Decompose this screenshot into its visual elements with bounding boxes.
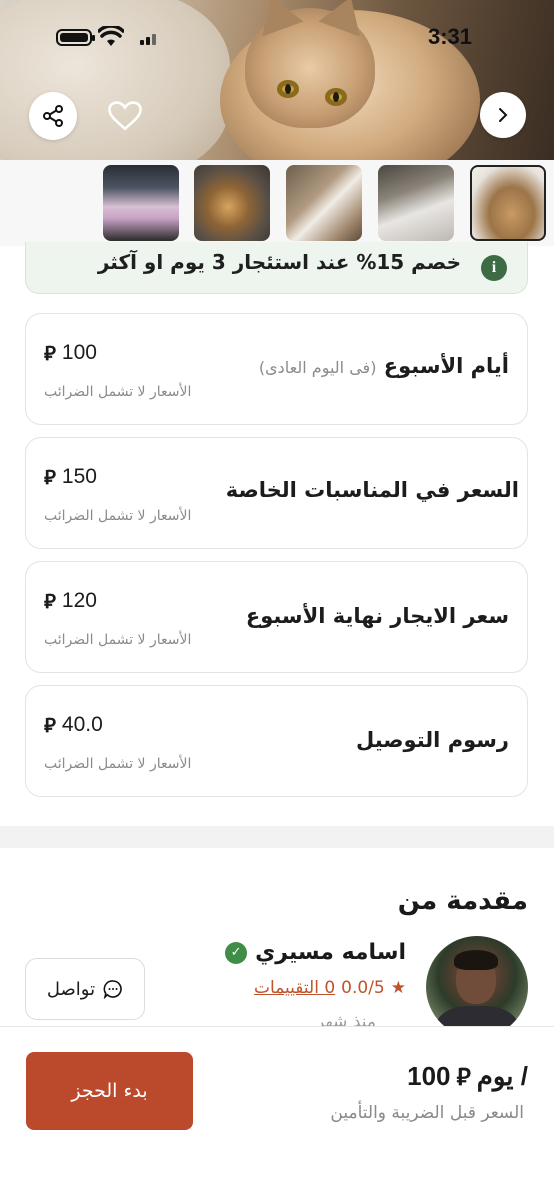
heart-icon bbox=[108, 101, 142, 131]
host-name-text: اسامه مسيري bbox=[255, 940, 406, 965]
host-section: مقدمة من اسامه مسيري ✓ ★ 0.0/5 0 التقييم… bbox=[0, 848, 554, 1038]
chat-icon bbox=[103, 980, 122, 999]
thumbnail-5[interactable] bbox=[103, 165, 179, 241]
price-amount: ⃁ 120 bbox=[44, 588, 97, 614]
price-label: سعر الايجار نهاية الأسبوع bbox=[245, 604, 509, 628]
contact-button[interactable]: تواصل bbox=[25, 958, 145, 1020]
wifi-icon bbox=[98, 26, 124, 46]
price-amount: ⃁ 150 bbox=[44, 464, 97, 490]
price-label: السعر في المناسبات الخاصة bbox=[225, 478, 519, 502]
price-label-text: أيام الأسبوع bbox=[383, 354, 509, 378]
pricing-section: i خصم 15% عند استئجار 3 يوم او آكثر أيام… bbox=[0, 242, 554, 826]
price-note: الأسعار لا تشمل الضرائب bbox=[44, 384, 192, 400]
hero-cat-eye-right bbox=[325, 88, 347, 106]
hero-image[interactable]: 3:31 bbox=[0, 0, 554, 160]
thumbnail-1[interactable] bbox=[470, 165, 546, 241]
riyal-icon: ⃁ bbox=[456, 1063, 471, 1091]
signal-icon bbox=[140, 31, 162, 45]
discount-text: خصم 15% عند استئجار 3 يوم او آكثر bbox=[97, 250, 461, 274]
price-sublabel: (فى اليوم العادى) bbox=[258, 358, 377, 377]
thumbnail-4[interactable] bbox=[194, 165, 270, 241]
price-amount-value: 120 bbox=[61, 589, 97, 612]
favorite-button[interactable] bbox=[101, 92, 149, 140]
price-card-delivery: رسوم التوصيل ⃁ 40.0 الأسعار لا تشمل الضر… bbox=[25, 685, 528, 797]
info-icon: i bbox=[481, 255, 507, 281]
price-note: الأسعار لا تشمل الضرائب bbox=[44, 756, 192, 772]
price-card-special: السعر في المناسبات الخاصة ⃁ 150 الأسعار … bbox=[25, 437, 528, 549]
status-time: 3:31 bbox=[428, 24, 473, 49]
thumbnail-strip bbox=[0, 160, 554, 246]
daily-price-value: 100 bbox=[407, 1061, 451, 1091]
daily-price-note: السعر قبل الضريبة والتأمين bbox=[330, 1103, 524, 1123]
status-bar: 3:31 bbox=[0, 0, 554, 80]
host-section-title: مقدمة من bbox=[397, 886, 528, 916]
per-day-label: / يوم bbox=[476, 1061, 528, 1091]
host-name[interactable]: اسامه مسيري ✓ bbox=[225, 940, 406, 965]
price-card-weekdays: أيام الأسبوع (فى اليوم العادى) ⃁ 100 الأ… bbox=[25, 313, 528, 425]
star-icon: ★ bbox=[390, 978, 406, 998]
verified-icon: ✓ bbox=[225, 941, 248, 964]
price-amount-value: 100 bbox=[61, 341, 97, 364]
rating-value: 0.0/5 bbox=[341, 978, 385, 998]
thumbnail-2[interactable] bbox=[378, 165, 454, 241]
reviews-link[interactable]: 0 التقييمات bbox=[254, 978, 335, 998]
booking-bar: بدء الحجز / يوم ⃁ 100 السعر قبل الضريبة … bbox=[0, 1026, 554, 1200]
price-note: الأسعار لا تشمل الضرائب bbox=[44, 632, 192, 648]
next-image-button[interactable] bbox=[480, 92, 526, 138]
riyal-icon: ⃁ bbox=[44, 589, 56, 613]
riyal-icon: ⃁ bbox=[44, 713, 56, 737]
contact-label: تواصل bbox=[46, 978, 96, 1000]
avatar-hair bbox=[454, 950, 498, 970]
discount-banner: i خصم 15% عند استئجار 3 يوم او آكثر bbox=[25, 242, 528, 294]
price-label: أيام الأسبوع (فى اليوم العادى) bbox=[259, 354, 509, 378]
hero-cat-eye-left bbox=[277, 80, 299, 98]
thumbnail-3[interactable] bbox=[286, 165, 362, 241]
riyal-icon: ⃁ bbox=[44, 465, 56, 489]
price-label: رسوم التوصيل bbox=[355, 728, 509, 752]
price-card-weekend: سعر الايجار نهاية الأسبوع ⃁ 120 الأسعار … bbox=[25, 561, 528, 673]
price-amount: ⃁ 100 bbox=[44, 340, 97, 366]
share-button[interactable] bbox=[29, 92, 77, 140]
price-amount: ⃁ 40.0 bbox=[44, 712, 103, 738]
battery-icon bbox=[56, 29, 95, 46]
price-amount-value: 150 bbox=[61, 465, 97, 488]
chevron-right-icon bbox=[499, 108, 508, 122]
avatar[interactable] bbox=[426, 936, 528, 1038]
share-icon bbox=[43, 105, 63, 127]
host-rating[interactable]: ★ 0.0/5 0 التقييمات bbox=[254, 978, 406, 998]
price-amount-value: 40.0 bbox=[61, 713, 103, 736]
riyal-icon: ⃁ bbox=[44, 341, 56, 365]
price-note: الأسعار لا تشمل الضرائب bbox=[44, 508, 192, 524]
daily-price: / يوم ⃁ 100 bbox=[407, 1061, 528, 1092]
book-button[interactable]: بدء الحجز bbox=[26, 1052, 193, 1130]
